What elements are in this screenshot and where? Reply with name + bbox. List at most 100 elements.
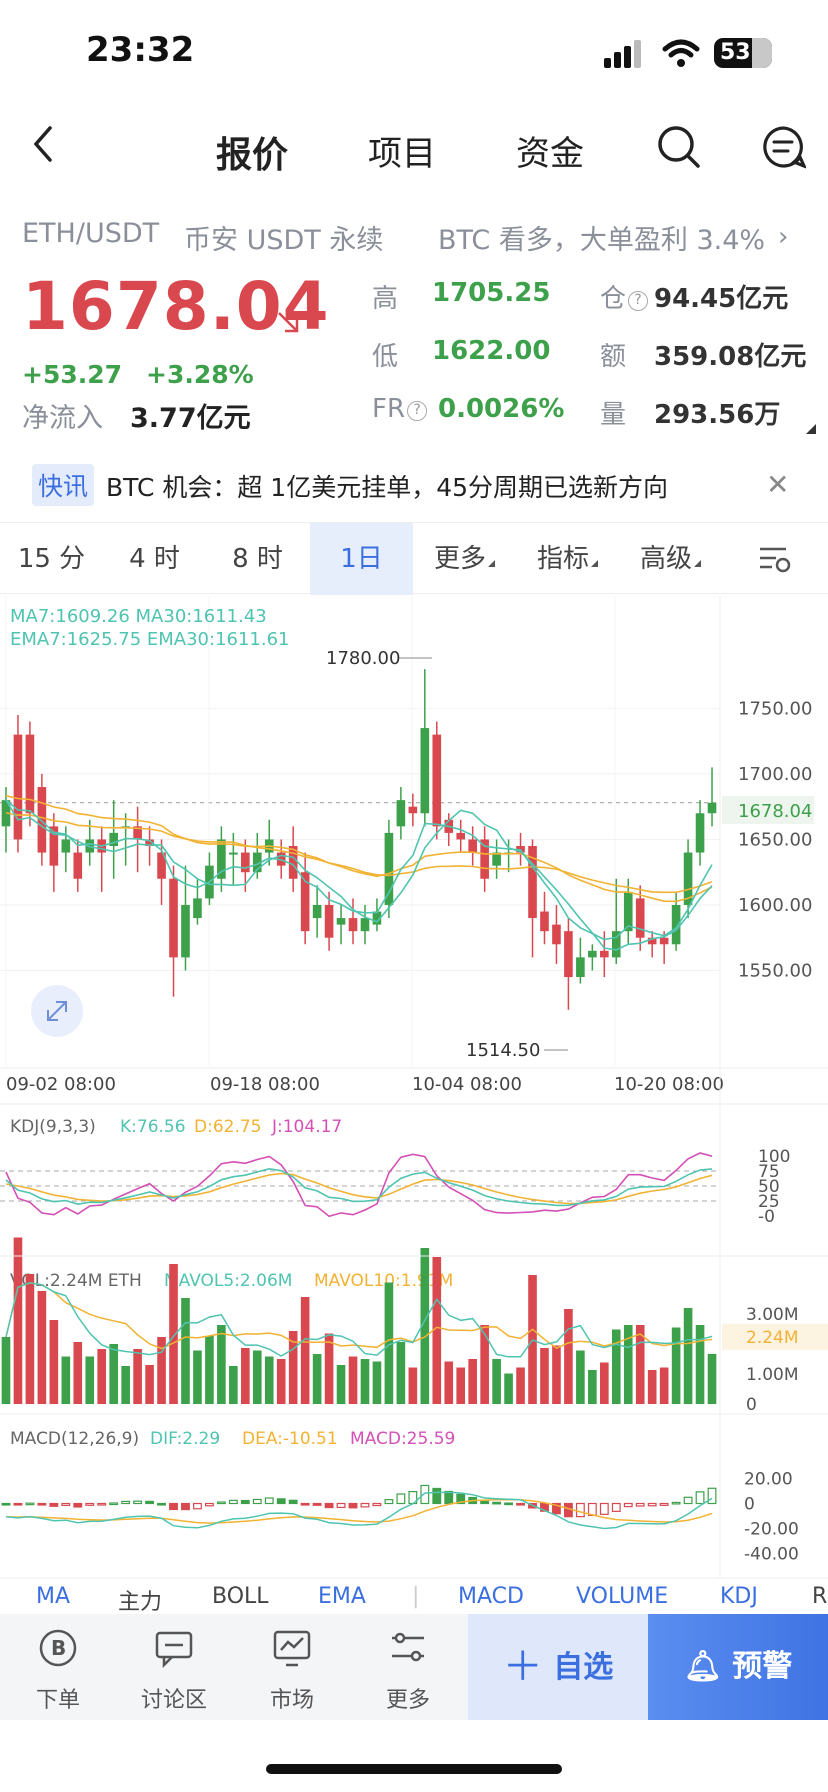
- battery-level: 53: [720, 40, 751, 65]
- volume-bar: [647, 1370, 657, 1404]
- volume-panel: VOL:2.24M ETH MAVOL5:2.06M MAVOL10:1.91M…: [1, 1237, 828, 1415]
- tab-funds[interactable]: 资金: [516, 126, 584, 175]
- macd-histogram-bar: [169, 1502, 178, 1511]
- macd-histogram-bar: [683, 1496, 693, 1505]
- macd-histogram-bar: [480, 1500, 490, 1505]
- flash-news-text[interactable]: BTC 机会：超 1亿美元挂单，45分周期已选新方向: [106, 468, 668, 504]
- chart-area[interactable]: MA7:1609.26 MA30:1611.43 EMA7:1625.75 EM…: [0, 596, 828, 1582]
- macd-histogram-bar: [1, 1502, 11, 1506]
- pair-symbol[interactable]: ETH/USDT: [22, 218, 159, 249]
- volume-bar: [85, 1356, 95, 1404]
- macd-histogram-bar: [360, 1502, 370, 1508]
- volume-bar: [659, 1367, 669, 1404]
- macd-histogram-bar: [516, 1502, 525, 1506]
- close-icon[interactable]: ✕: [766, 468, 789, 501]
- bottom-nav-order[interactable]: B 下单: [8, 1614, 108, 1720]
- price-alert-button[interactable]: 🔔︎ 预警: [648, 1614, 828, 1720]
- volume-bar: [61, 1356, 71, 1404]
- low-marker: 1514.50: [466, 1040, 540, 1061]
- volume-bar: [73, 1342, 83, 1404]
- expand-stats-icon[interactable]: [806, 424, 816, 434]
- high-value: 1705.25: [432, 278, 551, 308]
- indicator-tab-kdj[interactable]: KDJ: [720, 1584, 758, 1609]
- macd-tick: -40.00: [744, 1545, 799, 1565]
- open-interest-label-text: 仓: [600, 284, 627, 314]
- volume-bar: [588, 1370, 597, 1404]
- volume-tag: 2.24M: [746, 1328, 799, 1348]
- bottom-nav-more[interactable]: 更多: [358, 1614, 458, 1720]
- timeframe-8h[interactable]: 8 时: [206, 523, 309, 595]
- candle-body: [432, 734, 442, 827]
- add-favorite-button[interactable]: ＋ 自选: [468, 1614, 648, 1720]
- volume-bar: [133, 1349, 142, 1404]
- macd-histogram-bar: [121, 1500, 131, 1505]
- low-value: 1622.00: [432, 336, 551, 366]
- volume-bar: [324, 1333, 334, 1404]
- bottom-nav-market[interactable]: 市场: [242, 1614, 342, 1720]
- volume-bar: [241, 1348, 250, 1404]
- volume-bar: [516, 1367, 525, 1404]
- indicator-tab-boll[interactable]: BOLL: [212, 1584, 269, 1609]
- volume-bar: [264, 1356, 274, 1404]
- price-axis: 1750.00 1700.00 1650.00 1600.00 1550.00: [738, 698, 812, 981]
- candle-body: [588, 950, 597, 958]
- macd-histogram-bar: [216, 1501, 226, 1505]
- macd-histogram-bar: [145, 1500, 155, 1505]
- funding-rate-label-text: FR: [372, 394, 406, 424]
- market-icon: [273, 1630, 311, 1667]
- timeframe-15m[interactable]: 15 分: [0, 523, 103, 595]
- indicator-tab-ma[interactable]: MA: [36, 1584, 70, 1609]
- tab-project[interactable]: 项目: [368, 126, 436, 175]
- chevron-right-icon[interactable]: ›: [778, 222, 788, 252]
- candle-body: [600, 950, 609, 958]
- macd-histogram-bar: [133, 1500, 143, 1505]
- help-icon[interactable]: ?: [407, 401, 428, 421]
- timeframe-more[interactable]: 更多: [413, 523, 516, 595]
- caret-icon: [694, 560, 701, 567]
- timeframe-bar: 15 分 4 时 8 时 1日 更多 指标 高级: [0, 522, 828, 595]
- bottom-nav-discussion[interactable]: 讨论区: [124, 1614, 224, 1720]
- candle-body: [61, 839, 71, 853]
- help-icon[interactable]: ?: [628, 291, 649, 311]
- macd-histogram-bar: [85, 1502, 95, 1506]
- kdj-legend-k: K:76.56: [120, 1117, 186, 1137]
- volume-bar: [229, 1366, 238, 1404]
- indicator-tab-volume[interactable]: VOLUME: [576, 1584, 668, 1609]
- candle-body: [707, 802, 717, 814]
- price-tick: 1600.00: [738, 895, 812, 916]
- plus-icon: ＋: [502, 1644, 543, 1690]
- macd-histogram-bar: [671, 1501, 681, 1505]
- volume-bar: [1, 1337, 11, 1404]
- volume-bar: [169, 1264, 178, 1404]
- bottom-nav-label: 更多: [385, 1688, 430, 1713]
- macd-panel: MACD(12,26,9) DIF:2.29 DEA:-10.51 MACD:2…: [1, 1429, 799, 1565]
- funding-rate-label[interactable]: FR?: [372, 394, 428, 424]
- chart-settings-icon[interactable]: [758, 544, 792, 574]
- indicator-tab-main[interactable]: 主力: [118, 1584, 162, 1612]
- timeframe-1d[interactable]: 1日: [310, 523, 413, 595]
- volume-bar: [300, 1297, 310, 1404]
- high-marker: 1780.00: [326, 648, 400, 669]
- indicator-tab-macd[interactable]: MACD: [458, 1584, 524, 1609]
- chat-icon[interactable]: [760, 124, 806, 170]
- advanced-menu[interactable]: 高级: [619, 523, 722, 595]
- open-interest-value: 94.45亿元: [654, 284, 789, 314]
- open-interest-label[interactable]: 仓?: [600, 278, 649, 315]
- macd-legend-dea: DEA:-10.51: [242, 1429, 338, 1449]
- indicator-menu[interactable]: 指标: [516, 523, 619, 595]
- indicator-tab-rsi[interactable]: R: [812, 1584, 827, 1609]
- volume-bar: [205, 1336, 214, 1404]
- svg-text:MA7:1609.26 MA30:1611.43: MA7:1609.26 MA30:1611.43: [10, 606, 267, 627]
- exchange-name[interactable]: 币安 USDT 永续: [184, 218, 383, 257]
- candle-body: [229, 852, 238, 855]
- tab-quote[interactable]: 报价: [216, 126, 288, 178]
- macd-histogram-bar: [276, 1498, 286, 1505]
- volume-bar: [336, 1365, 346, 1404]
- legend-ma7: MA7:1609.26 MA30:1611.43: [10, 606, 267, 627]
- timeframe-4h[interactable]: 4 时: [103, 523, 206, 595]
- search-icon[interactable]: [656, 124, 702, 170]
- high-label: 高: [372, 284, 399, 314]
- back-icon[interactable]: [30, 124, 58, 164]
- news-teaser[interactable]: BTC 看多，大单盈利 3.4%: [438, 218, 765, 257]
- indicator-tab-ema[interactable]: EMA: [318, 1584, 366, 1609]
